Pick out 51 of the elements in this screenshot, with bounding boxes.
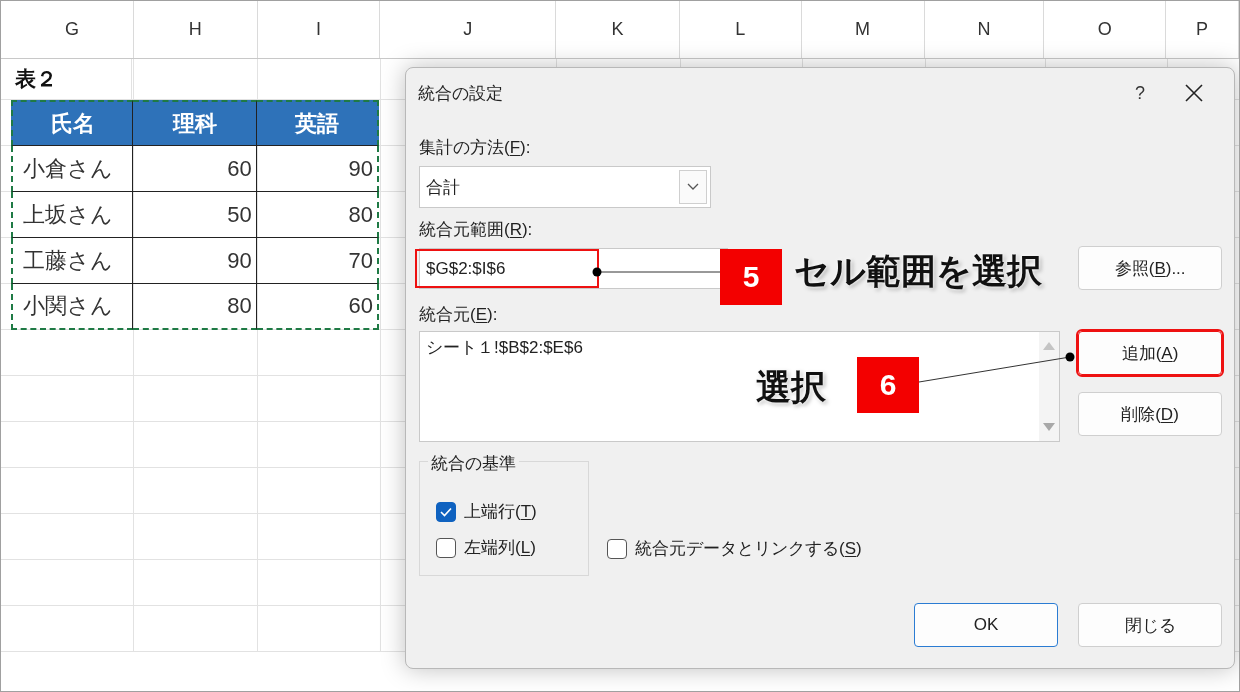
group-title: 統合の基準	[428, 452, 519, 475]
table-cell: 上坂さん	[11, 192, 134, 238]
step-badge: 6	[857, 357, 919, 413]
checkbox-label: 上端行(T)	[464, 501, 537, 523]
header-cell: 氏名	[11, 100, 134, 146]
table-cell: 70	[256, 238, 379, 284]
list-item[interactable]: シート１!$B$2:$E$6	[426, 336, 1033, 359]
delete-button[interactable]: 削除(D)	[1078, 392, 1222, 436]
table-cell: 90	[133, 238, 257, 284]
close-icon[interactable]	[1184, 83, 1204, 103]
table-cell: 80	[256, 192, 379, 238]
checkmark-icon	[440, 506, 452, 517]
checkbox[interactable]	[607, 538, 627, 559]
add-button[interactable]: 追加(A)	[1078, 331, 1222, 375]
column-header[interactable]: M	[801, 1, 925, 58]
step-badge: 5	[720, 249, 782, 305]
checkbox[interactable]	[436, 501, 456, 522]
annotation-text: 選択	[756, 366, 826, 408]
column-header[interactable]: G	[11, 1, 134, 58]
column-header[interactable]: J	[380, 1, 557, 58]
table-cell: 小関さん	[11, 284, 134, 330]
table-cell: 小倉さん	[11, 146, 134, 192]
table-cell: 60	[133, 146, 257, 192]
checkbox-label: 統合元データとリンクする(S)	[635, 538, 862, 560]
header-cell: 英語	[256, 100, 379, 146]
checkbox[interactable]	[436, 537, 456, 558]
field-label: 統合元(E):	[419, 304, 499, 326]
column-header[interactable]: L	[679, 1, 802, 58]
table-cell: 80	[133, 284, 257, 330]
table-cell: 60	[256, 284, 379, 330]
column-header[interactable]: I	[257, 1, 381, 58]
table-cell: 工藤さん	[11, 238, 134, 284]
browse-button[interactable]: 参照(B)...	[1078, 246, 1222, 290]
table-cell: 50	[133, 192, 257, 238]
field-label: 集計の方法(F):	[419, 137, 532, 159]
column-header[interactable]: O	[1044, 1, 1167, 58]
annotation-text: セル範囲を選択	[794, 250, 1042, 292]
checkbox-label: 左端列(L)	[464, 537, 536, 559]
help-button[interactable]: ?	[1120, 82, 1160, 104]
dialog-button[interactable]: 閉じる	[1078, 603, 1222, 647]
table-cell: 90	[256, 146, 379, 192]
dialog-button[interactable]: OK	[914, 603, 1058, 647]
column-header[interactable]: K	[556, 1, 680, 58]
column-header[interactable]: N	[924, 1, 1045, 58]
window-title: 統合の設定	[418, 82, 504, 105]
field-label: 統合元範囲(R):	[419, 219, 534, 241]
column-header[interactable]: P	[1166, 1, 1239, 58]
column-header[interactable]: H	[133, 1, 258, 58]
function-dropdown[interactable]: 合計	[419, 166, 711, 208]
chevron-down-icon	[687, 183, 699, 191]
header-cell: 理科	[133, 100, 257, 146]
